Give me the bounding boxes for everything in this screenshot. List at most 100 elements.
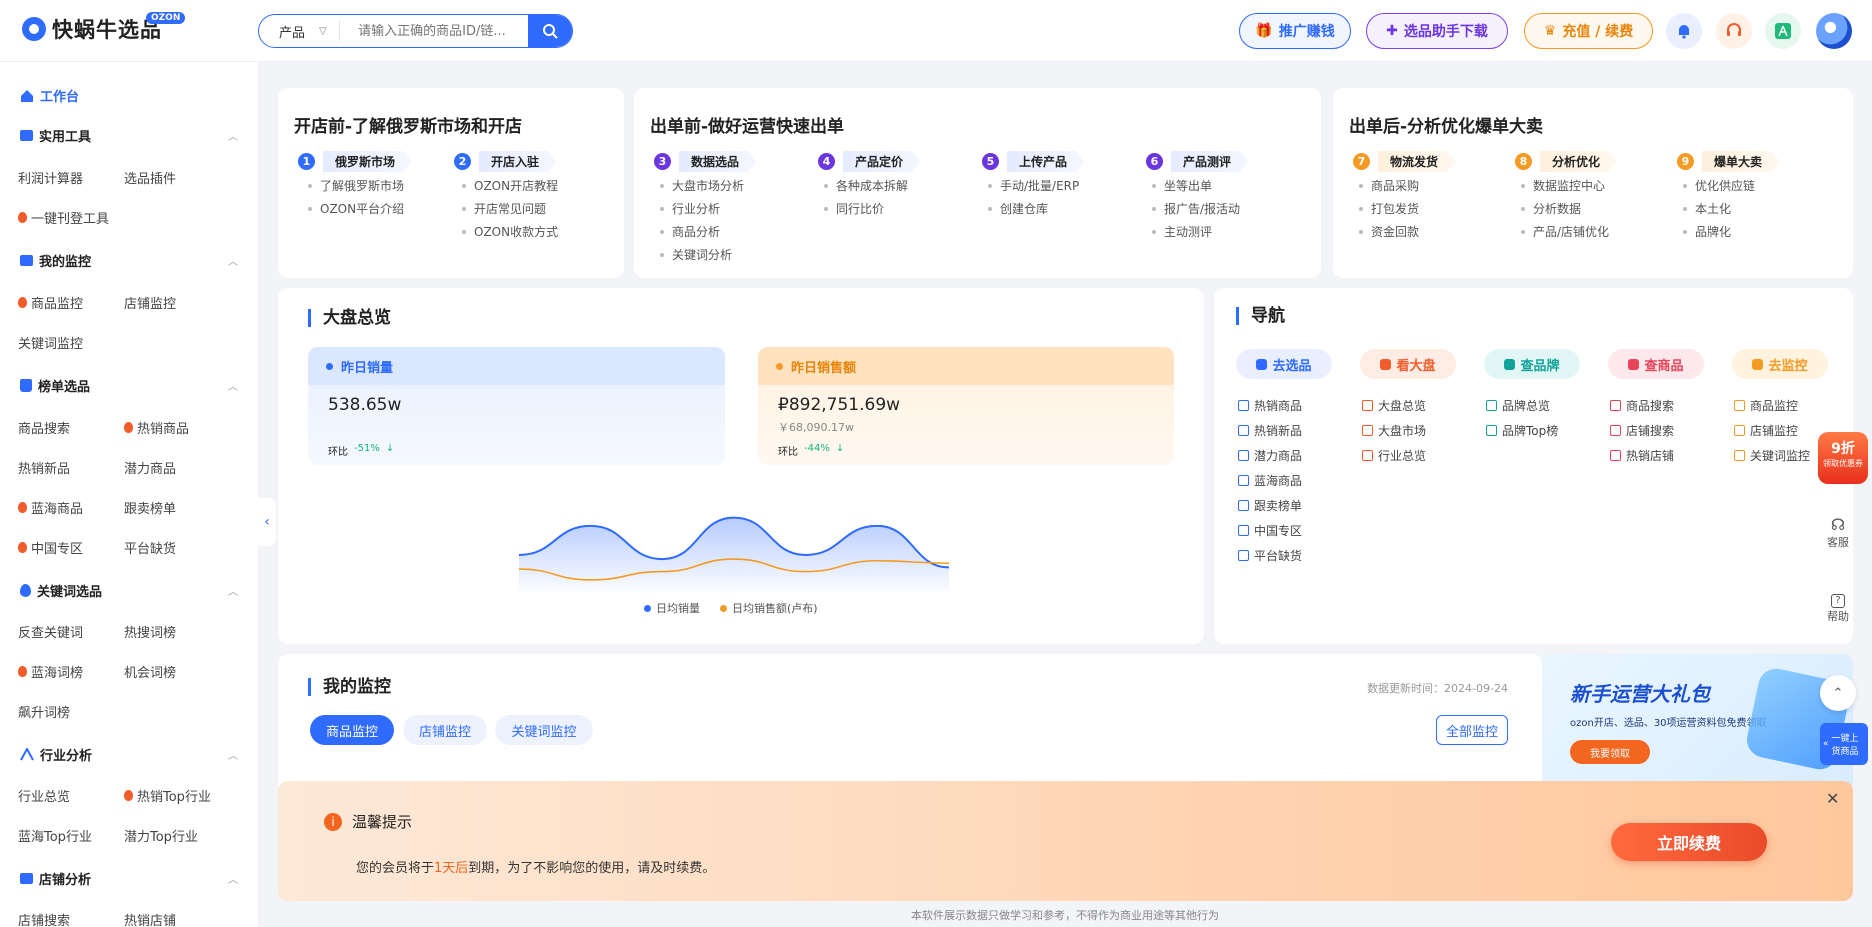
- nav-link[interactable]: 平台缺货: [1238, 547, 1302, 564]
- step-link[interactable]: 数据监控中心: [1521, 177, 1605, 194]
- step-link[interactable]: 创建仓库: [988, 200, 1048, 217]
- sidebar-item-hot-top-industry[interactable]: 热销Top行业: [124, 786, 211, 805]
- sidebar-item-store-monitor[interactable]: 店铺监控: [124, 293, 176, 312]
- nav-link[interactable]: 潜力商品: [1238, 447, 1302, 464]
- chevron-up-icon[interactable]: ︿: [228, 378, 238, 393]
- sidebar-section-monitor[interactable]: 我的监控: [20, 251, 91, 270]
- sidebar-item-blue-ocean[interactable]: 蓝海商品: [18, 498, 83, 517]
- step-link[interactable]: 商品采购: [1359, 177, 1419, 194]
- tab-store-monitor[interactable]: 店铺监控: [403, 715, 487, 745]
- nav-pill-3[interactable]: 查商品: [1608, 349, 1704, 379]
- sidebar-item-blue-top-industry[interactable]: 蓝海Top行业: [18, 826, 92, 845]
- sidebar-item-rising-words[interactable]: 飙升词榜: [18, 702, 70, 721]
- renew-now-button[interactable]: 立即续费: [1611, 823, 1767, 861]
- nav-pill-2[interactable]: 查品牌: [1484, 349, 1580, 379]
- nav-link[interactable]: 商品监控: [1734, 397, 1798, 414]
- step-link[interactable]: OZON开店教程: [462, 177, 558, 194]
- promo-card[interactable]: 新手运营大礼包 ozon开店、选品、30项运营资料包免费领取 我要领取: [1542, 654, 1853, 794]
- sidebar-item-workbench[interactable]: 工作台: [20, 86, 79, 105]
- chevron-up-icon[interactable]: ︿: [228, 253, 238, 268]
- sidebar-section-store[interactable]: 店铺分析: [20, 869, 91, 888]
- chevron-up-icon[interactable]: ︿: [228, 583, 238, 598]
- step-link[interactable]: 产品/店铺优化: [1521, 223, 1609, 240]
- search-type-select[interactable]: 产品 ▽: [259, 21, 341, 41]
- step-link[interactable]: 本土化: [1683, 200, 1731, 217]
- nav-link[interactable]: 中国专区: [1238, 522, 1302, 539]
- tab-keyword-monitor[interactable]: 关键词监控: [495, 715, 593, 745]
- sidebar-item-product-monitor[interactable]: 商品监控: [18, 293, 83, 312]
- nav-link[interactable]: 商品搜索: [1610, 397, 1674, 414]
- sidebar-item-hot-products[interactable]: 热销商品: [124, 418, 189, 437]
- plugin-download-button[interactable]: ✚ 选品助手下载: [1366, 13, 1508, 49]
- sidebar-item-china-zone[interactable]: 中国专区: [18, 538, 83, 557]
- support-button[interactable]: [1716, 13, 1752, 49]
- step-link[interactable]: 商品分析: [660, 223, 720, 240]
- nav-pill-1[interactable]: 看大盘: [1360, 349, 1456, 379]
- sidebar-item-hot-search[interactable]: 热搜词榜: [124, 622, 176, 641]
- legend-sales[interactable]: 日均销量: [644, 600, 700, 616]
- customer-service-button[interactable]: ☊ 客服: [1818, 515, 1858, 550]
- nav-link[interactable]: 大盘市场: [1362, 422, 1426, 439]
- step-link[interactable]: 开店常见问题: [462, 200, 546, 217]
- recharge-button[interactable]: ♛ 充值 / 续费: [1524, 13, 1653, 49]
- sidebar-item-follow-sell[interactable]: 跟卖榜单: [124, 498, 176, 517]
- sidebar-item-hot-new[interactable]: 热销新品: [18, 458, 70, 477]
- sidebar-item-one-click-listing[interactable]: 一键刊登工具: [18, 208, 109, 227]
- nav-link[interactable]: 店铺搜索: [1610, 422, 1674, 439]
- phase-step[interactable]: 6 产品测评: [1146, 151, 1250, 172]
- search-button[interactable]: [528, 15, 572, 47]
- sidebar-item-blue-ocean-words[interactable]: 蓝海词榜: [18, 662, 83, 681]
- nav-link[interactable]: 热销商品: [1238, 397, 1302, 414]
- nav-link[interactable]: 店铺监控: [1734, 422, 1798, 439]
- nav-link[interactable]: 蓝海商品: [1238, 472, 1302, 489]
- sidebar-item-store-search[interactable]: 店铺搜索: [18, 910, 70, 927]
- sidebar-item-plugin[interactable]: 选品插件: [124, 168, 176, 187]
- help-button[interactable]: ? 帮助: [1818, 594, 1858, 624]
- sidebar-section-rankings[interactable]: 榜单选品: [20, 376, 90, 395]
- sidebar-item-keyword-monitor[interactable]: 关键词监控: [18, 333, 83, 352]
- step-link[interactable]: 各种成本拆解: [824, 177, 908, 194]
- phase-step[interactable]: 9 爆单大卖: [1677, 151, 1781, 172]
- avatar[interactable]: [1816, 13, 1852, 49]
- sidebar-item-potential[interactable]: 潜力商品: [124, 458, 176, 477]
- chevron-up-icon[interactable]: ︿: [228, 128, 238, 143]
- sidebar-item-out-of-stock[interactable]: 平台缺货: [124, 538, 176, 557]
- sales-stat-card[interactable]: 昨日销量 538.65w 环比 -51% ↓: [308, 347, 725, 465]
- notification-button[interactable]: [1666, 13, 1702, 49]
- step-link[interactable]: 打包发货: [1359, 200, 1419, 217]
- step-link[interactable]: OZON收款方式: [462, 223, 558, 240]
- all-monitor-button[interactable]: 全部监控: [1436, 715, 1508, 745]
- step-link[interactable]: 同行比价: [824, 200, 884, 217]
- chevron-up-icon[interactable]: ︿: [228, 747, 238, 762]
- nav-link[interactable]: 跟卖榜单: [1238, 497, 1302, 514]
- step-link[interactable]: 行业分析: [660, 200, 720, 217]
- nav-link[interactable]: 品牌总览: [1486, 397, 1550, 414]
- phase-step[interactable]: 8 分析优化: [1515, 151, 1619, 172]
- sidebar-item-profit-calc[interactable]: 利润计算器: [18, 168, 83, 187]
- phase-step[interactable]: 3 数据选品: [654, 151, 758, 172]
- step-link[interactable]: 分析数据: [1521, 200, 1581, 217]
- app-button[interactable]: [1765, 13, 1801, 49]
- legend-revenue[interactable]: 日均销售额(卢布): [720, 600, 818, 616]
- logo[interactable]: 快蜗牛选品 OZON: [22, 12, 186, 44]
- back-to-top-button[interactable]: ⌃: [1820, 675, 1856, 711]
- sidebar-item-product-search[interactable]: 商品搜索: [18, 418, 70, 437]
- sidebar-item-reverse-keyword[interactable]: 反查关键词: [18, 622, 83, 641]
- step-link[interactable]: 品牌化: [1683, 223, 1731, 240]
- sidebar-item-potential-top-industry[interactable]: 潜力Top行业: [124, 826, 198, 845]
- tab-product-monitor[interactable]: 商品监控: [310, 715, 394, 745]
- step-link[interactable]: 大盘市场分析: [660, 177, 744, 194]
- promo-claim-button[interactable]: 我要领取: [1570, 740, 1650, 764]
- phase-step[interactable]: 7 物流发货: [1353, 151, 1457, 172]
- promote-button[interactable]: 🎁 推广赚钱: [1239, 13, 1351, 49]
- phase-step[interactable]: 4 产品定价: [818, 151, 922, 172]
- close-icon[interactable]: ✕: [1826, 789, 1839, 808]
- step-link[interactable]: 主动测评: [1152, 223, 1212, 240]
- nav-link[interactable]: 热销店铺: [1610, 447, 1674, 464]
- step-link[interactable]: 了解俄罗斯市场: [308, 177, 404, 194]
- nav-link[interactable]: 品牌Top榜: [1486, 422, 1558, 439]
- sidebar-item-industry-overview[interactable]: 行业总览: [18, 786, 70, 805]
- nav-pill-0[interactable]: 去选品: [1236, 349, 1332, 379]
- step-link[interactable]: 手动/批量/ERP: [988, 177, 1079, 194]
- chevron-up-icon[interactable]: ︿: [228, 871, 238, 886]
